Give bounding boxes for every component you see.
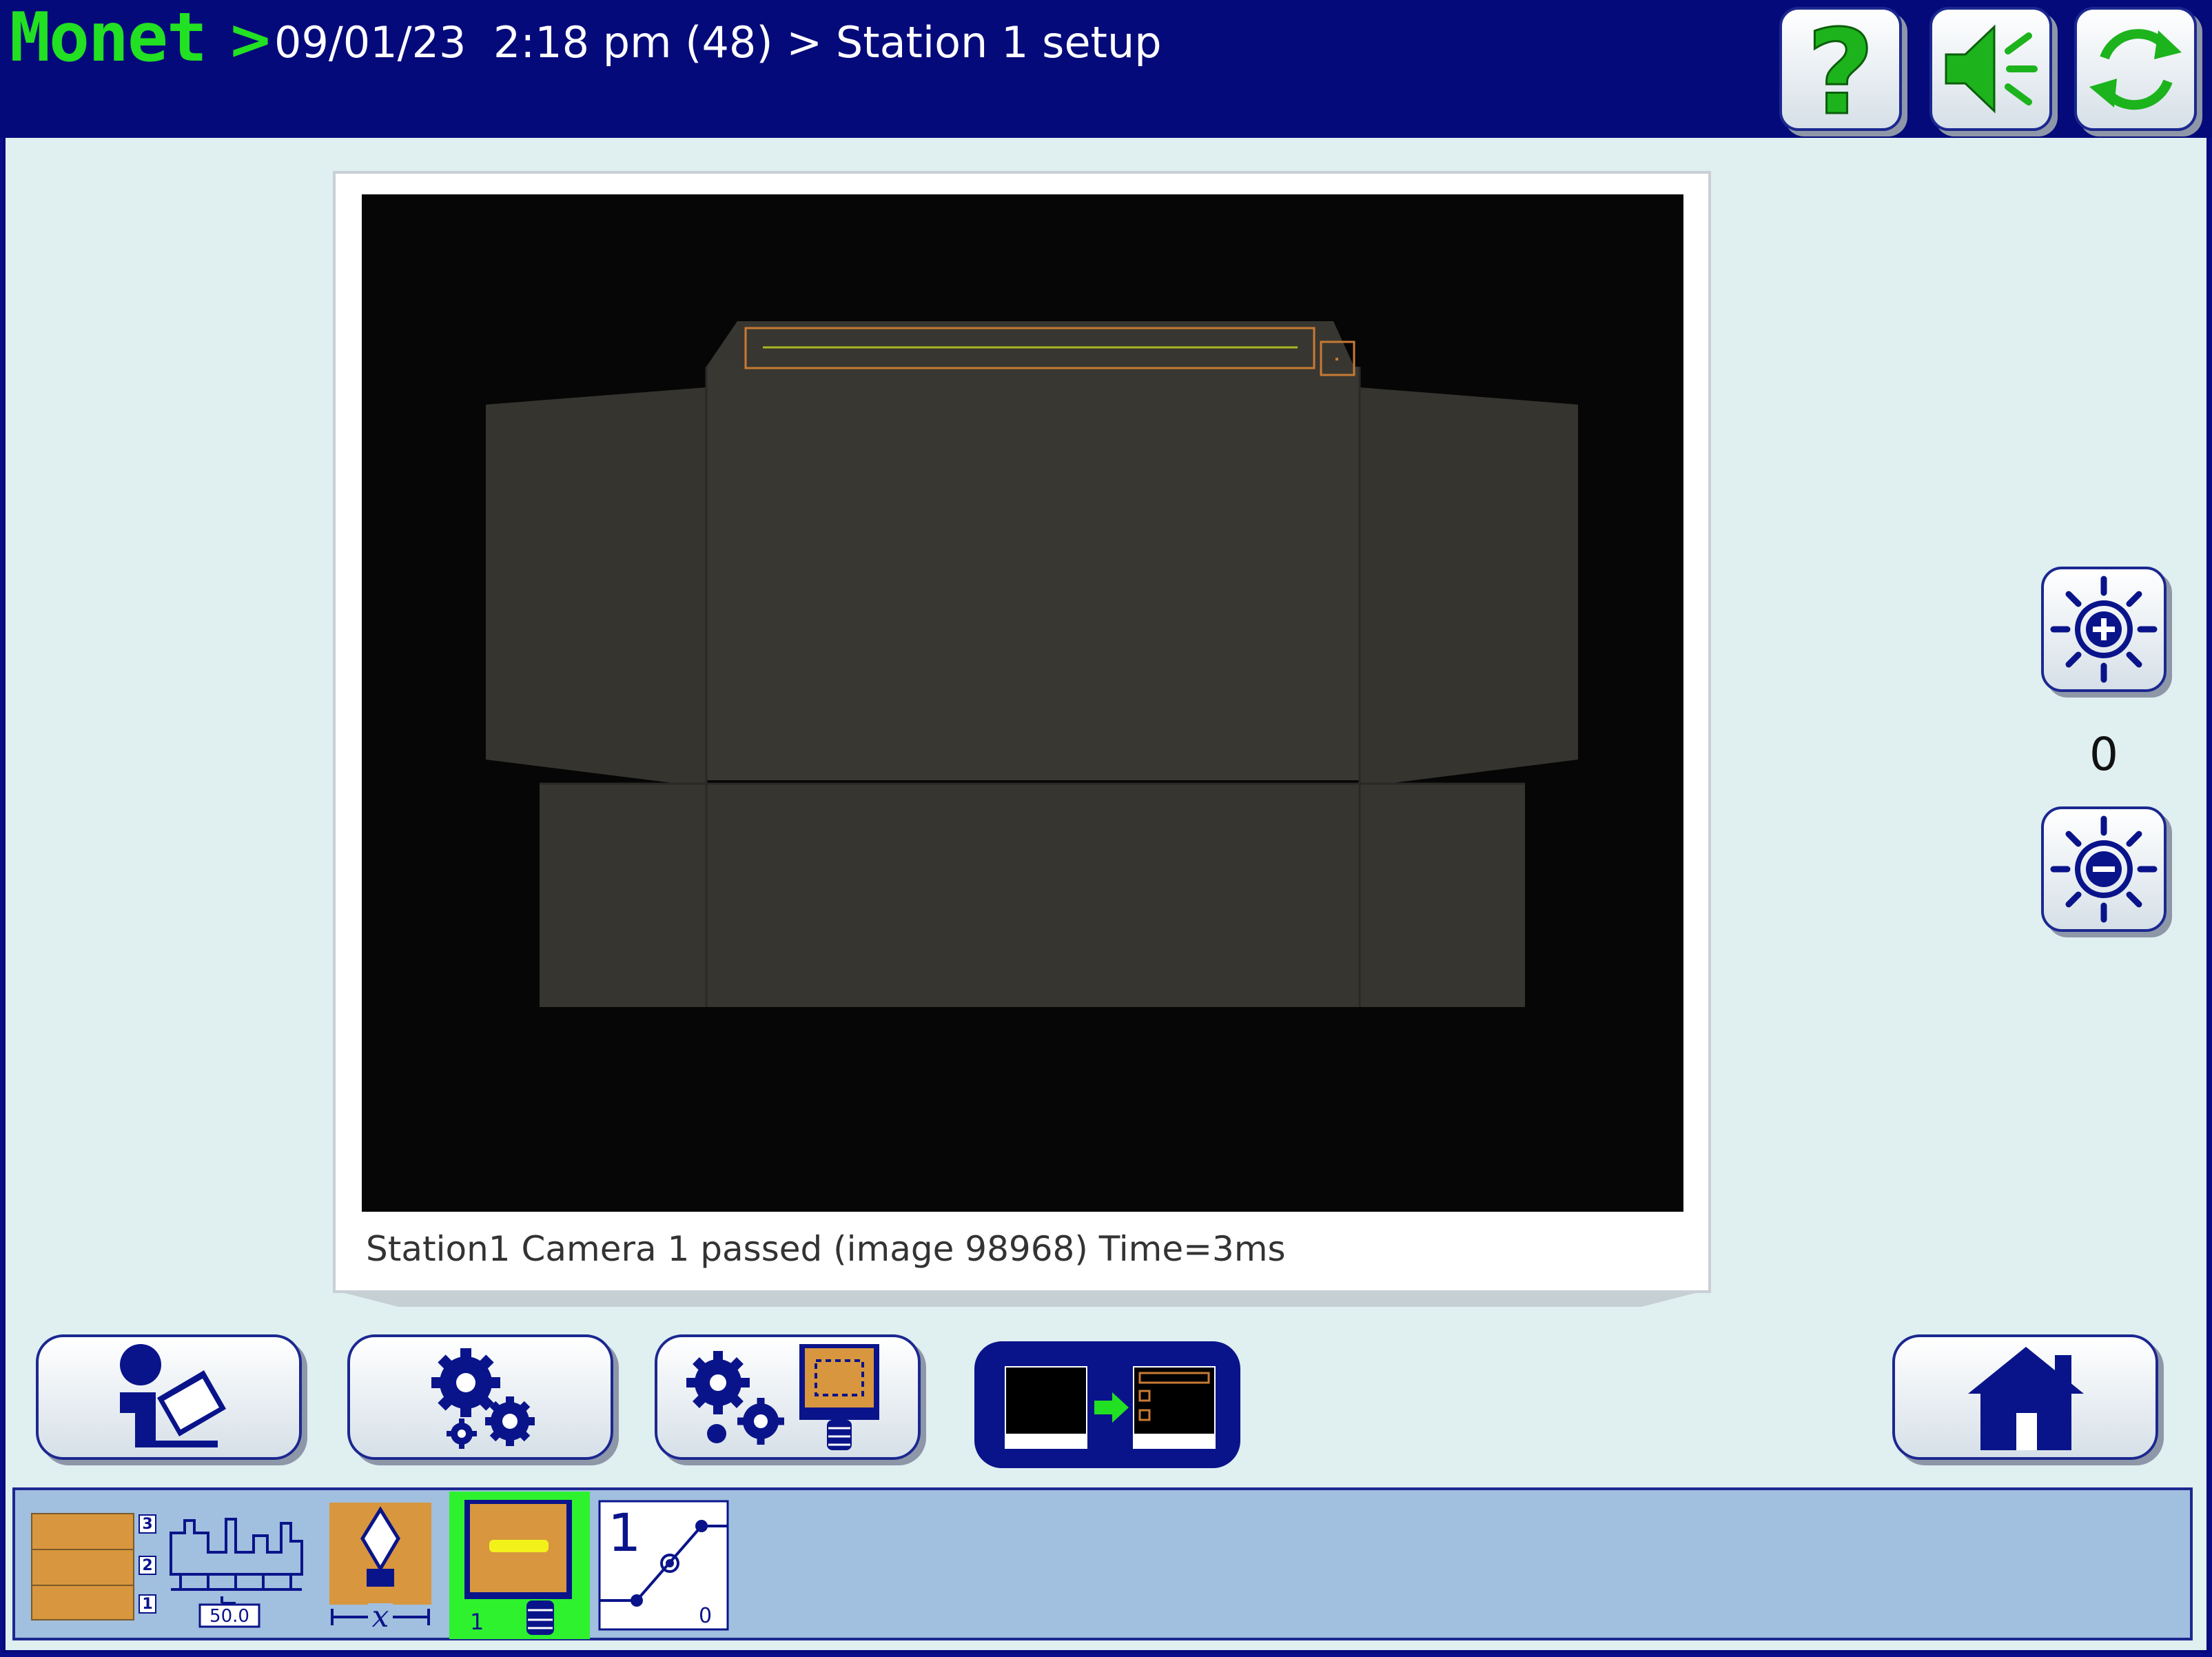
settings-button[interactable] — [347, 1334, 613, 1460]
camera-position-icon: x — [329, 1503, 431, 1631]
speaker-icon — [1945, 24, 2038, 114]
camera-position-tool[interactable]: x — [327, 1500, 434, 1631]
camera-settings-button[interactable] — [655, 1334, 921, 1460]
level-label: 2 — [142, 1557, 152, 1574]
settings-gears-icon — [431, 1348, 535, 1449]
tool-index: 1 — [470, 1609, 484, 1635]
brightness-minus-icon — [2050, 815, 2158, 923]
operator-log-icon — [120, 1344, 226, 1447]
brand-logo: Monet — [10, 0, 207, 77]
refresh-icon — [2089, 29, 2182, 110]
brightness-plus-icon — [2050, 576, 2158, 683]
box-blank-image — [486, 321, 1578, 1007]
brand-arrow-icon: > — [227, 8, 274, 72]
axis-label: x — [372, 1599, 389, 1631]
home-icon — [1968, 1347, 2084, 1450]
home-button[interactable] — [1892, 1334, 2158, 1460]
sound-button[interactable] — [1929, 7, 2052, 131]
refresh-button[interactable] — [2074, 7, 2197, 131]
tool-tray: 3 2 1 50.0 x 1 1 0 — [12, 1487, 2193, 1640]
station-layout-icon: 3 2 1 50.0 — [31, 1513, 303, 1628]
camera-image[interactable] — [362, 194, 1683, 1212]
camera-image-panel: Station1 Camera 1 passed (image 98968) T… — [333, 171, 1711, 1293]
operator-log-button[interactable] — [36, 1334, 302, 1460]
station-layout-tool[interactable]: 3 2 1 50.0 — [29, 1500, 318, 1631]
help-button[interactable]: ? — [1779, 7, 1902, 131]
panel-shadow — [345, 1293, 1695, 1307]
output-mapping-icon: 1 0 — [598, 1500, 729, 1631]
camera-settings-icon — [686, 1344, 879, 1450]
image-to-inspection-button[interactable] — [974, 1341, 1240, 1468]
output-right-value: 0 — [699, 1604, 712, 1628]
breadcrumb: 09/01/23 2:18 pm (48) > Station 1 setup — [274, 17, 1162, 68]
station-value: 50.0 — [209, 1606, 249, 1627]
image-to-inspection-icon — [1005, 1366, 1216, 1449]
inspection-tool-icon: 1 — [464, 1500, 572, 1635]
inspection-tool-selected[interactable]: 1 — [449, 1492, 590, 1639]
brightness-decrease-button[interactable] — [2041, 806, 2167, 932]
help-icon: ? — [1805, 10, 1876, 128]
title-bar: Monet > 09/01/23 2:18 pm (48) > Station … — [0, 0, 2212, 138]
brightness-value: 0 — [2089, 728, 2118, 781]
inspection-status: Station1 Camera 1 passed (image 98968) T… — [366, 1229, 1286, 1269]
output-left-value: 1 — [608, 1502, 641, 1563]
output-mapping-tool[interactable]: 1 0 — [598, 1500, 729, 1631]
level-label: 1 — [142, 1596, 152, 1613]
level-label: 3 — [142, 1516, 152, 1533]
svg-text:?: ? — [1807, 10, 1875, 128]
brightness-increase-button[interactable] — [2041, 567, 2167, 692]
